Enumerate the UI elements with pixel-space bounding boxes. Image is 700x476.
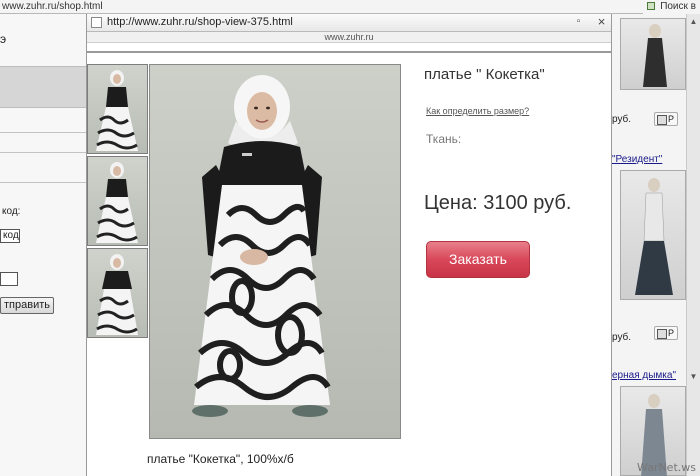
watermark: WarNet.ws [637,461,696,474]
order-button[interactable]: Заказать [426,241,530,278]
scroll-up-icon[interactable]: ▲ [689,17,698,26]
divider [0,132,86,133]
background-price-1: руб. [612,114,632,125]
popup-site-bar: www.zuhr.ru [87,32,611,43]
background-answer-input[interactable] [0,272,18,286]
search-icon [647,2,656,11]
product-popup-window: http://www.zuhr.ru/shop-view-375.html ▫ … [86,14,612,476]
divider [0,152,86,153]
background-url-bar[interactable]: www.zuhr.ru/shop.html [0,0,700,14]
scroll-down-icon[interactable]: ▼ [689,372,698,381]
background-url-text: www.zuhr.ru/shop.html [2,1,103,12]
background-submit-button[interactable]: тправить [0,297,54,314]
product-thumbnail[interactable] [87,248,148,338]
size-guide-link[interactable]: Как определить размер? [426,106,529,116]
product-title: платье " Кокетка" [424,66,545,83]
background-left-panel: э код: код тправить [0,14,86,476]
background-product-thumb[interactable] [620,18,686,90]
popup-titlebar[interactable]: http://www.zuhr.ru/shop-view-375.html ▫ … [87,14,611,32]
product-thumbnail[interactable] [87,64,148,154]
product-main-photo[interactable] [149,64,401,439]
photo-caption: платье "Кокетка", 100%х/б [147,452,294,466]
background-left-band [0,66,86,108]
fabric-label: Ткань: [426,132,462,146]
popup-title: http://www.zuhr.ru/shop-view-375.html [107,16,293,28]
minimize-icon[interactable]: ▫ [572,16,585,29]
background-search-box[interactable]: Поиск в [643,0,700,14]
background-scrollbar[interactable]: ▲ ▼ [686,14,700,476]
background-order-button-1[interactable]: Р [654,112,679,126]
background-order-button-2[interactable]: Р [654,326,679,340]
background-product-title-3[interactable]: ерная дымка" [612,370,676,381]
background-search-label: Поиск в [660,1,696,12]
background-product-title-2[interactable]: "Резидент" [612,154,662,165]
background-right-panel: руб. Р "Резидент" руб. Р ерная дымка" ▲ … [612,14,700,476]
product-price: Цена: 3100 руб. [424,192,572,214]
background-code-label: код: [2,206,21,217]
page-icon [91,17,102,28]
divider [0,182,86,183]
close-icon[interactable]: × [595,15,608,29]
background-price-2: руб. [612,332,632,343]
divider [87,51,611,53]
product-thumbnail[interactable] [87,156,148,246]
background-code-input[interactable]: код [0,229,20,243]
background-product-thumb[interactable] [620,170,686,300]
background-left-mark: э [0,32,7,46]
